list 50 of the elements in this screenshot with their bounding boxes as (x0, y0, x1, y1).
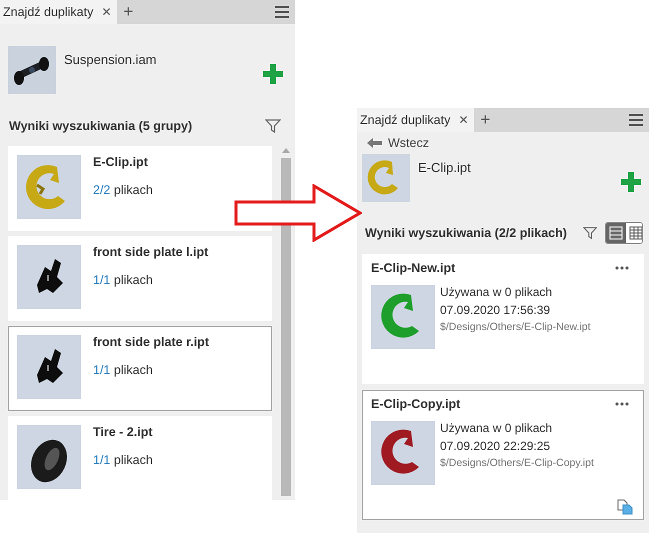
usage-text: Używana w 0 plikach (440, 285, 554, 299)
group-card[interactable]: E-Clip.ipt 2/2 plikach (8, 146, 272, 231)
group-name: E-Clip.ipt (93, 155, 149, 169)
count-label: plikach (114, 183, 153, 197)
count-label: plikach (114, 453, 153, 467)
filter-icon[interactable] (582, 225, 598, 241)
usage-text: Używana w 0 plikach (440, 421, 554, 435)
file-card[interactable]: E-Clip-New.ipt Używana w 0 plikach 07.09.2020 17:56:39 $/Designs/Others/E-Clip-New.ipt (362, 254, 644, 384)
group-name: Tire - 2.ipt (93, 425, 153, 439)
list-view-button[interactable] (606, 223, 626, 243)
results-heading: Wyniki wyszukiwania (5 grupy) (9, 119, 192, 133)
group-name: front side plate l.ipt (93, 245, 208, 259)
more-icon (615, 402, 629, 406)
more-icon (615, 266, 629, 270)
add-tab-button[interactable]: + (117, 2, 140, 22)
copy-icon[interactable] (617, 499, 633, 515)
file-count: 2/2 (93, 183, 110, 197)
close-button[interactable]: ✕ (452, 108, 474, 132)
date-text: 07.09.2020 22:29:25 (440, 439, 552, 453)
group-card[interactable]: front side plate l.ipt 1/1 plikach (8, 236, 272, 321)
results-heading: Wyniki wyszukiwania (2/2 plikach) (365, 226, 567, 240)
group-card[interactable]: Tire - 2.ipt 1/1 plikach (8, 416, 272, 501)
file-name: E-Clip-Copy.ipt (371, 397, 460, 411)
file-name: E-Clip.ipt (418, 159, 471, 175)
add-tab-button[interactable]: + (474, 110, 496, 130)
file-path: $/Designs/Others/E-Clip-Copy.ipt (440, 457, 594, 469)
back-arrow-icon (367, 138, 382, 148)
menu-icon[interactable] (275, 6, 289, 18)
file-count: 1/1 (93, 363, 110, 377)
panel-tab[interactable]: Znajdź duplikaty (0, 0, 96, 24)
file-path: $/Designs/Others/E-Clip-New.ipt (440, 321, 591, 333)
filter-icon[interactable] (265, 118, 281, 134)
panel-tab[interactable]: Znajdź duplikaty (357, 108, 452, 132)
back-link[interactable]: Wstecz (357, 132, 439, 150)
group-card[interactable]: front side plate r.ipt 1/1 plikach (8, 326, 272, 411)
close-button[interactable]: ✕ (95, 0, 118, 24)
add-icon[interactable] (621, 172, 641, 192)
grid-view-button[interactable] (626, 223, 642, 243)
file-card[interactable]: E-Clip-Copy.ipt Używana w 0 plikach 07.09.2020 22:29:25 $/Designs/Others/E-Clip-Copy.ipt (362, 390, 644, 520)
add-icon[interactable] (263, 64, 283, 84)
file-name: E-Clip-New.ipt (371, 261, 456, 275)
count-label: plikach (114, 273, 153, 287)
count-label: plikach (114, 363, 153, 377)
group-name: front side plate r.ipt (93, 335, 209, 349)
file-count: 1/1 (93, 453, 110, 467)
date-text: 07.09.2020 17:56:39 (440, 303, 552, 317)
scrollbar[interactable] (280, 146, 292, 496)
file-count: 1/1 (93, 273, 110, 287)
file-name: Suspension.iam (64, 51, 156, 67)
menu-icon[interactable] (629, 114, 643, 126)
